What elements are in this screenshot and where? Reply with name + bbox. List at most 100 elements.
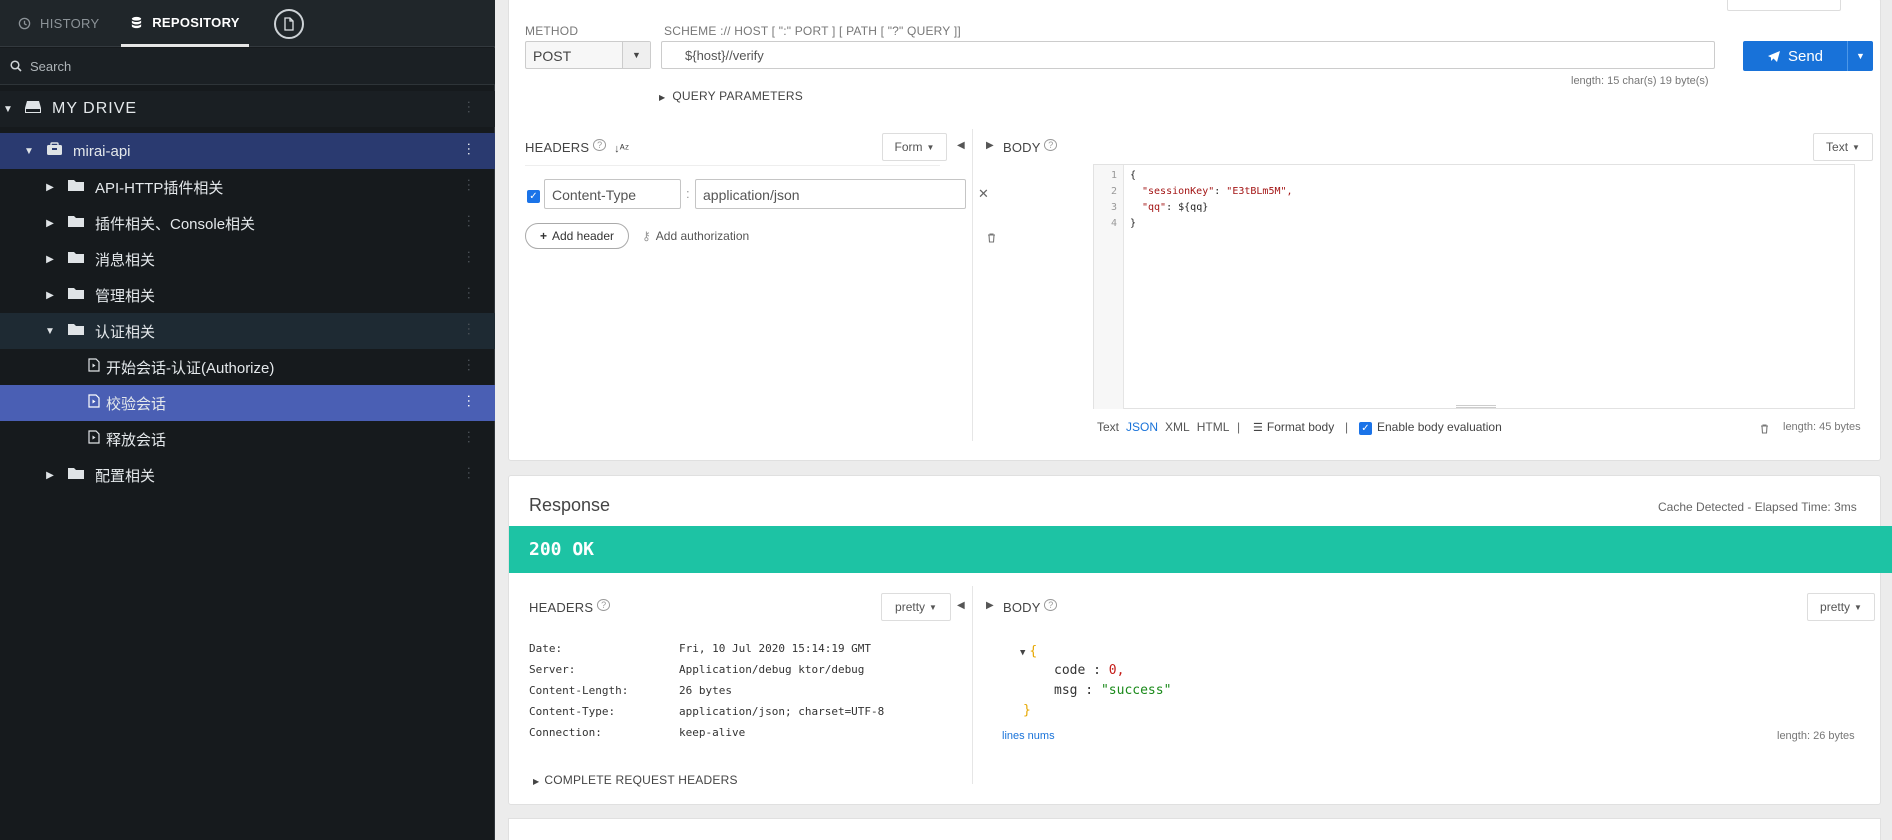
trash-icon[interactable] xyxy=(987,230,996,248)
folder-label: 消息相关 xyxy=(95,251,156,269)
more-options-icon[interactable]: ··· xyxy=(462,394,478,408)
headers-mode-dropdown[interactable]: Form ▼ xyxy=(882,133,947,161)
more-options-icon[interactable]: ··· xyxy=(462,250,478,264)
chevron-down-icon[interactable]: ▼ xyxy=(1847,41,1873,71)
json-value: "success" xyxy=(1100,683,1172,698)
response-body-title: BODY xyxy=(1003,600,1041,615)
top-control[interactable] xyxy=(1727,0,1841,11)
headers-mode-label: Form xyxy=(894,140,923,154)
tree-folder[interactable]: ▶ 插件相关、Console相关 ··· xyxy=(0,205,495,241)
separator: | xyxy=(1237,420,1241,434)
collapse-left-icon[interactable]: ◀ xyxy=(957,600,965,611)
tree-request[interactable]: 释放会话 ··· xyxy=(0,421,495,457)
lines-nums-link[interactable]: lines nums xyxy=(1002,730,1055,742)
caret-right-icon[interactable]: ▶ xyxy=(45,254,55,265)
json-key: msg xyxy=(1054,683,1078,698)
resize-handle[interactable] xyxy=(1456,405,1496,408)
more-options-icon[interactable]: ··· xyxy=(462,100,478,114)
folder-icon xyxy=(67,178,85,196)
status-text: 200 OK xyxy=(529,539,595,560)
response-body-length: length: 26 bytes xyxy=(1777,730,1855,742)
line-number: 3 xyxy=(1110,202,1117,213)
more-options-icon[interactable]: ··· xyxy=(462,358,478,372)
format-text[interactable]: Text xyxy=(1097,420,1119,434)
json-open: ▼{ xyxy=(1020,644,1037,659)
tree-folder[interactable]: ▶ API-HTTP插件相关 ··· xyxy=(0,169,495,205)
complete-headers-label: COMPLETE REQUEST HEADERS xyxy=(544,773,738,787)
more-options-icon[interactable]: ··· xyxy=(462,466,478,480)
folder-label: API-HTTP插件相关 xyxy=(95,179,224,197)
headers-title: HEADERS xyxy=(525,140,590,155)
tree-drive[interactable]: ▼ MY DRIVE ··· xyxy=(0,91,495,127)
more-options-icon[interactable]: ··· xyxy=(462,178,478,192)
response-headers-title: HEADERS xyxy=(529,600,594,615)
caret-right-icon[interactable]: ▶ xyxy=(45,218,55,229)
more-options-icon[interactable]: ··· xyxy=(462,214,478,228)
format-body-button[interactable]: ☰ Format body xyxy=(1253,420,1334,434)
caret-right-icon[interactable]: ▶ xyxy=(45,290,55,301)
response-header-value: keep-alive xyxy=(679,726,746,739)
tree-project[interactable]: ▼ mirai-api ··· xyxy=(0,133,495,169)
caret-down-icon[interactable]: ▼ xyxy=(1020,648,1025,658)
json-key: "sessionKey" xyxy=(1142,186,1215,197)
response-header-value: Fri, 10 Jul 2020 15:14:19 GMT xyxy=(679,642,872,655)
method-label: METHOD xyxy=(525,24,579,38)
tab-history[interactable]: HISTORY xyxy=(18,0,99,47)
sort-icon[interactable]: ↓ᴬᶻ xyxy=(614,143,629,155)
header-enabled-checkbox[interactable]: ✓ xyxy=(527,190,540,203)
query-parameters-toggle[interactable]: ▶ QUERY PARAMETERS xyxy=(659,89,803,103)
header-value-input[interactable]: application/json xyxy=(695,179,966,209)
complete-headers-toggle[interactable]: ▶ COMPLETE REQUEST HEADERS xyxy=(533,773,738,787)
collapse-left-icon[interactable]: ◀ xyxy=(957,140,965,151)
format-json[interactable]: JSON xyxy=(1126,420,1158,434)
caret-right-icon: ▶ xyxy=(659,93,666,102)
response-body-mode[interactable]: pretty ▼ xyxy=(1807,593,1875,621)
tree-request[interactable]: 开始会话-认证(Authorize) ··· xyxy=(0,349,495,385)
tree-folder-open[interactable]: ▼ 认证相关 ··· xyxy=(0,313,495,349)
tree-folder[interactable]: ▶ 消息相关 ··· xyxy=(0,241,495,277)
help-icon[interactable]: ? xyxy=(593,139,607,151)
collapse-right-icon[interactable]: ▶ xyxy=(986,140,994,151)
add-header-button[interactable]: + Add header xyxy=(525,223,629,249)
trash-icon[interactable] xyxy=(1760,421,1769,439)
header-name-input[interactable]: Content-Type xyxy=(544,179,681,209)
chevron-down-icon[interactable]: ▼ xyxy=(622,42,650,68)
help-icon[interactable]: ? xyxy=(597,599,611,611)
enable-eval-checkbox[interactable]: ✓ xyxy=(1359,422,1372,435)
caret-down-icon[interactable]: ▼ xyxy=(45,326,55,337)
help-icon[interactable]: ? xyxy=(1044,139,1058,151)
tree-folder[interactable]: ▶ 配置相关 ··· xyxy=(0,457,495,493)
new-document-button[interactable] xyxy=(274,9,304,39)
add-authorization-button[interactable]: ⚷ Add authorization xyxy=(642,229,749,243)
more-options-icon[interactable]: ··· xyxy=(462,142,478,156)
caret-down-icon[interactable]: ▼ xyxy=(24,146,34,157)
caret-right-icon[interactable]: ▶ xyxy=(45,182,55,193)
body-editor[interactable]: 1 2 3 4 { "sessionKey": "E3tBLm5M", "qq"… xyxy=(1093,164,1855,409)
more-options-icon[interactable]: ··· xyxy=(462,322,478,336)
caret-down-icon[interactable]: ▼ xyxy=(3,104,13,115)
code-line: { xyxy=(1130,170,1137,181)
method-select[interactable]: POST ▼ xyxy=(525,41,651,69)
add-header-label: Add header xyxy=(551,229,615,243)
tree-request-selected[interactable]: 校验会话 ··· xyxy=(0,385,495,421)
request-file-icon xyxy=(88,430,100,448)
response-headers-mode[interactable]: pretty ▼ xyxy=(881,593,951,621)
more-options-icon[interactable]: ··· xyxy=(462,430,478,444)
line-number: 2 xyxy=(1110,186,1117,197)
tree-folder[interactable]: ▶ 管理相关 ··· xyxy=(0,277,495,313)
tab-repository[interactable]: REPOSITORY xyxy=(121,0,249,47)
more-options-icon[interactable]: ··· xyxy=(462,286,478,300)
collapse-right-icon[interactable]: ▶ xyxy=(986,600,994,611)
format-xml[interactable]: XML xyxy=(1165,420,1190,434)
help-icon[interactable]: ? xyxy=(1044,599,1058,611)
send-main[interactable]: Send xyxy=(1743,41,1847,71)
url-input[interactable]: ${host}//verify xyxy=(661,41,1715,69)
caret-right-icon[interactable]: ▶ xyxy=(45,470,55,481)
response-header-key: Content-Length: xyxy=(529,684,629,697)
body-mode-dropdown[interactable]: Text ▼ xyxy=(1813,133,1873,161)
url-length: length: 15 char(s) 19 byte(s) xyxy=(1571,75,1709,87)
search-input[interactable] xyxy=(30,58,450,74)
remove-header-icon[interactable]: ✕ xyxy=(978,186,989,202)
send-button[interactable]: Send ▼ xyxy=(1743,41,1873,71)
format-html[interactable]: HTML xyxy=(1197,420,1230,434)
